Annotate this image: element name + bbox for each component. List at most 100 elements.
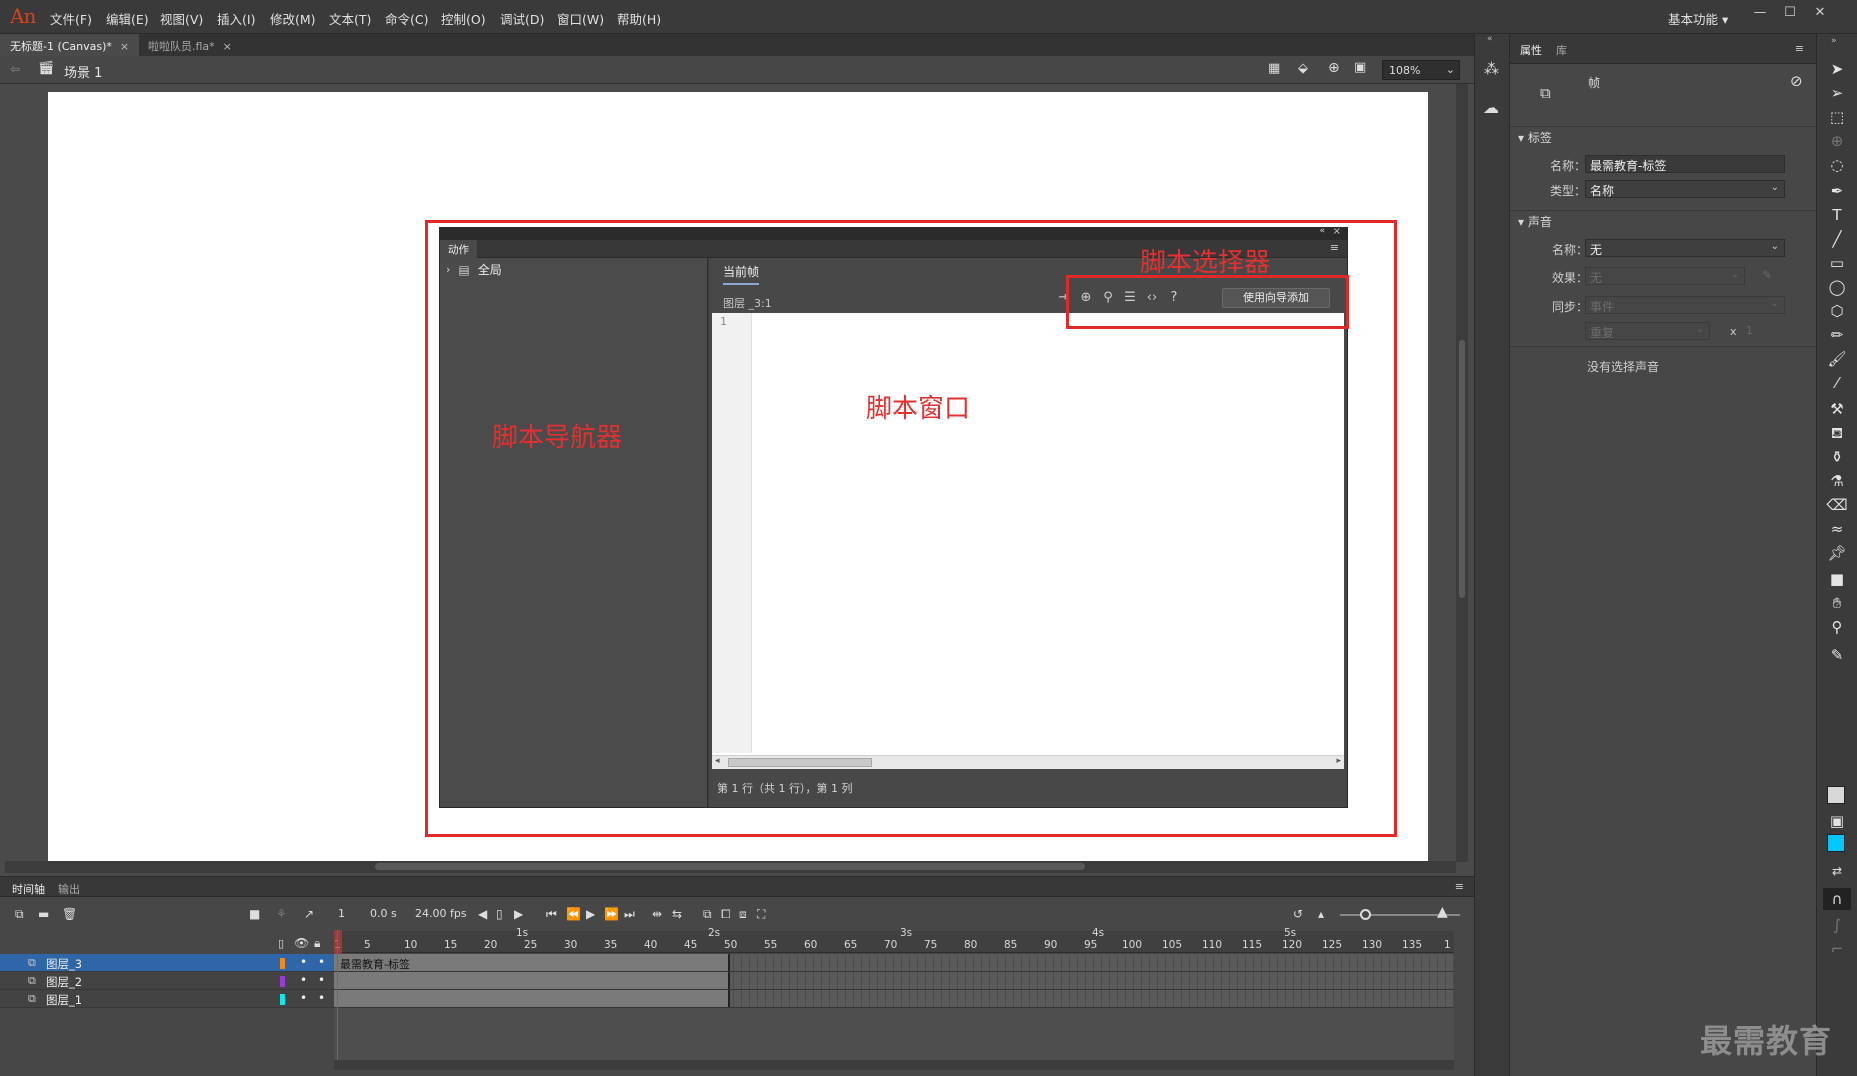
menu-commands[interactable]: 命令(C) <box>385 9 428 28</box>
layer-row-3[interactable]: ⧉ 图层_3 • • <box>0 954 334 972</box>
stage-horizontal-scroll-thumb[interactable] <box>375 863 1085 870</box>
selection-tool-icon[interactable]: ➤ <box>1825 58 1849 80</box>
effect-select[interactable]: 无 ⌄ <box>1585 267 1745 285</box>
paint-brush-tool-icon[interactable]: 🖌︎ <box>1825 348 1849 370</box>
edit-symbol-icon[interactable]: ⬙ <box>1298 61 1308 76</box>
fill-color-swatch[interactable] <box>1827 834 1845 852</box>
subselection-tool-icon[interactable]: ➢ <box>1825 82 1849 104</box>
cc-libraries-icon[interactable]: ☁ <box>1483 98 1499 117</box>
play-icon[interactable]: ▶ <box>586 907 595 921</box>
center-frame-icon[interactable]: ⇆ <box>672 907 682 921</box>
doc-tab-cheerleader[interactable]: 啦啦队员.fla* × <box>138 34 242 56</box>
eye-icon[interactable]: 👁︎ <box>294 936 309 950</box>
layer-row-1[interactable]: ⧉ 图层_1 • • <box>0 990 334 1008</box>
clip-content-icon[interactable]: ▣ <box>1354 60 1366 75</box>
polystar-tool-icon[interactable]: ⬡ <box>1825 300 1849 322</box>
sound-name-select[interactable]: 无 ⌄ <box>1585 239 1785 257</box>
brush-tool-icon[interactable]: ⁄ <box>1825 372 1849 394</box>
lock-dot[interactable]: • <box>318 973 325 987</box>
parent-view-icon[interactable]: ⚘ <box>276 907 287 921</box>
repeat-count[interactable]: 1 <box>1746 324 1753 337</box>
bone-tool-icon[interactable]: ⚒ <box>1825 398 1849 420</box>
tab-properties[interactable]: 属性 <box>1520 42 1542 58</box>
hand-tool-icon[interactable]: ✋︎ <box>1825 592 1849 614</box>
frame-rate[interactable]: 24.00 fps <box>415 907 467 920</box>
frame-ruler[interactable]: 1s 2s 3s 4s 5s 1 5 10 15 20 25 30 35 40 … <box>334 927 1454 953</box>
stroke-color-swatch[interactable] <box>1827 786 1845 804</box>
first-frame-icon[interactable]: ⏮ <box>546 907 557 922</box>
zoom-select[interactable]: 108% ⌄ <box>1382 60 1460 80</box>
delete-layer-icon[interactable]: 🗑︎ <box>62 907 77 921</box>
prev-keyframe-icon[interactable]: ◀ <box>478 907 487 921</box>
straighten-icon[interactable]: ⌐ <box>1825 938 1849 960</box>
expand-icon[interactable]: » <box>1831 36 1837 46</box>
fill-color-icon[interactable]: ▣ <box>1825 810 1849 832</box>
edit-envelope-icon[interactable]: ✎ <box>1762 268 1772 282</box>
layer-row-2[interactable]: ⧉ 图层_2 • • <box>0 972 334 990</box>
help-link-icon[interactable]: ⊘ <box>1790 72 1803 90</box>
new-layer-icon[interactable]: ⧉ <box>15 907 24 922</box>
edit-scene-icon[interactable]: ▦ <box>1268 61 1280 76</box>
current-frame[interactable]: 1 <box>338 907 345 920</box>
frame-span[interactable] <box>334 972 730 989</box>
free-transform-tool-icon[interactable]: ⬚ <box>1825 106 1849 128</box>
paint-bucket-tool-icon[interactable]: ⛾ <box>1825 422 1849 444</box>
frames-row-2[interactable] <box>334 972 1454 990</box>
workspace-switcher[interactable]: 基本功能 ▾ <box>1668 9 1728 28</box>
layer-color-swatch[interactable] <box>280 994 285 1005</box>
eraser-tool-icon[interactable]: ⌫ <box>1825 494 1849 516</box>
menu-help[interactable]: 帮助(H) <box>617 9 661 28</box>
onion-skin-icon[interactable]: ⧉ <box>703 907 712 922</box>
stroke-color-icon[interactable]: ✎ <box>1825 644 1849 666</box>
pencil-tool-icon[interactable]: ✏ <box>1825 324 1849 346</box>
menu-file[interactable]: 文件(F) <box>50 9 92 28</box>
close-icon[interactable]: ✕ <box>1808 5 1832 25</box>
frames-row-1[interactable] <box>334 990 1454 1008</box>
visibility-dot[interactable]: • <box>300 991 307 1005</box>
close-icon[interactable]: × <box>120 40 129 53</box>
add-keyframe-icon[interactable]: ▯ <box>496 907 503 921</box>
menu-text[interactable]: 文本(T) <box>329 9 371 28</box>
motion-presets-icon[interactable]: ⁂ <box>1484 60 1499 78</box>
timeline-zoom-thumb[interactable] <box>1360 909 1371 920</box>
oval-tool-icon[interactable]: ◯ <box>1825 276 1849 298</box>
swap-colors-icon[interactable]: ⇄ <box>1825 860 1849 882</box>
pen-tool-icon[interactable]: ✒ <box>1825 180 1849 202</box>
visibility-dot[interactable]: • <box>300 955 307 969</box>
collapse-icon[interactable]: « <box>1487 34 1493 44</box>
label-type-select[interactable]: 名称 ⌄ <box>1585 180 1785 198</box>
stage-vertical-scroll-thumb[interactable] <box>1459 340 1465 598</box>
text-tool-icon[interactable]: T <box>1825 204 1849 226</box>
maximize-icon[interactable]: ☐ <box>1778 5 1802 25</box>
tab-output[interactable]: 输出 <box>58 881 80 897</box>
doc-tab-untitled[interactable]: 无标题-1 (Canvas)* × <box>0 34 140 56</box>
3d-rotation-tool-icon[interactable]: ⊕ <box>1825 130 1849 152</box>
timeline-horizontal-scrollbar[interactable] <box>334 1060 1454 1070</box>
loop-icon[interactable]: ⇹ <box>652 907 662 921</box>
snap-to-objects-icon[interactable]: ∩ <box>1823 888 1851 910</box>
smooth-icon[interactable]: ∫ <box>1825 914 1849 936</box>
zoom-in-icon[interactable]: ▲ <box>1437 904 1448 920</box>
camera-tool-icon[interactable]: ■ <box>1825 568 1849 590</box>
menu-edit[interactable]: 编辑(E) <box>106 9 149 28</box>
step-back-icon[interactable]: ⏪ <box>566 907 581 921</box>
menu-control[interactable]: 控制(O) <box>441 9 486 28</box>
lock-icon[interactable]: 🔒︎ <box>314 936 320 951</box>
label-name-input[interactable]: 最需教育-标签 <box>1585 155 1785 173</box>
pin-tool-icon[interactable]: 📌︎ <box>1825 542 1849 564</box>
menu-modify[interactable]: 修改(M) <box>270 9 316 28</box>
next-keyframe-icon[interactable]: ▶ <box>514 907 523 921</box>
lasso-tool-icon[interactable]: ◌ <box>1825 154 1849 176</box>
back-arrow-icon[interactable]: ⇦ <box>10 62 20 76</box>
lock-dot[interactable]: • <box>318 991 325 1005</box>
zoom-out-icon[interactable]: ▴ <box>1318 907 1324 921</box>
frame-span[interactable]: 最需教育-标签 <box>334 954 730 971</box>
modify-markers-icon[interactable]: ⛶ <box>757 907 765 922</box>
visibility-dot[interactable]: • <box>300 973 307 987</box>
last-frame-icon[interactable]: ⏭ <box>624 907 635 922</box>
sync-select[interactable]: 事件 ⌄ <box>1585 296 1785 314</box>
onion-outline-icon[interactable]: ⧠ <box>721 907 731 922</box>
center-stage-icon[interactable]: ⊕ <box>1328 60 1340 76</box>
eyedropper-tool-icon[interactable]: ⚗ <box>1825 470 1849 492</box>
frames-row-3[interactable]: 最需教育-标签 <box>334 954 1454 972</box>
